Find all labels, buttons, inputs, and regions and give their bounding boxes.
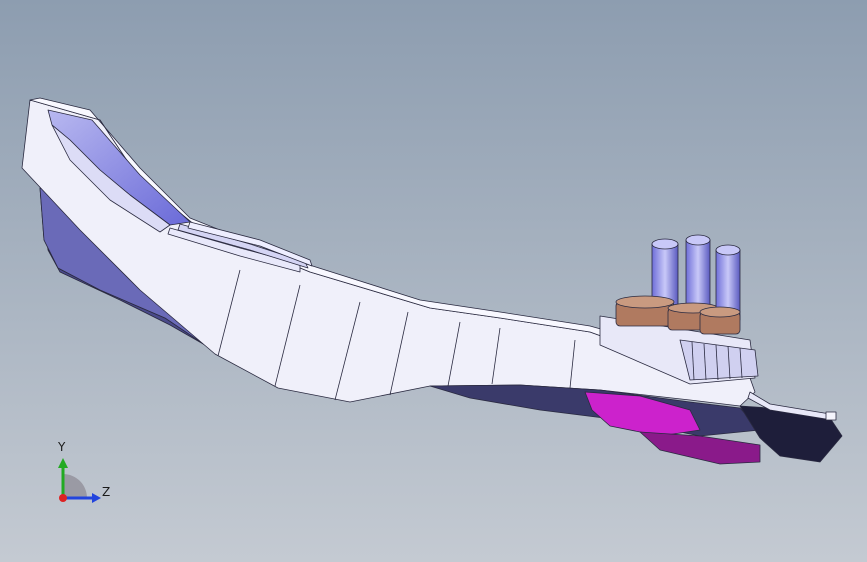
cad-scene[interactable] [0,0,867,562]
x-axis-dot [59,494,67,502]
triad-z-label: Z [102,485,111,499]
tip-square [825,411,837,421]
graphics-viewport[interactable]: Y Z [0,0,867,562]
triad-y-label: Y [58,440,66,454]
